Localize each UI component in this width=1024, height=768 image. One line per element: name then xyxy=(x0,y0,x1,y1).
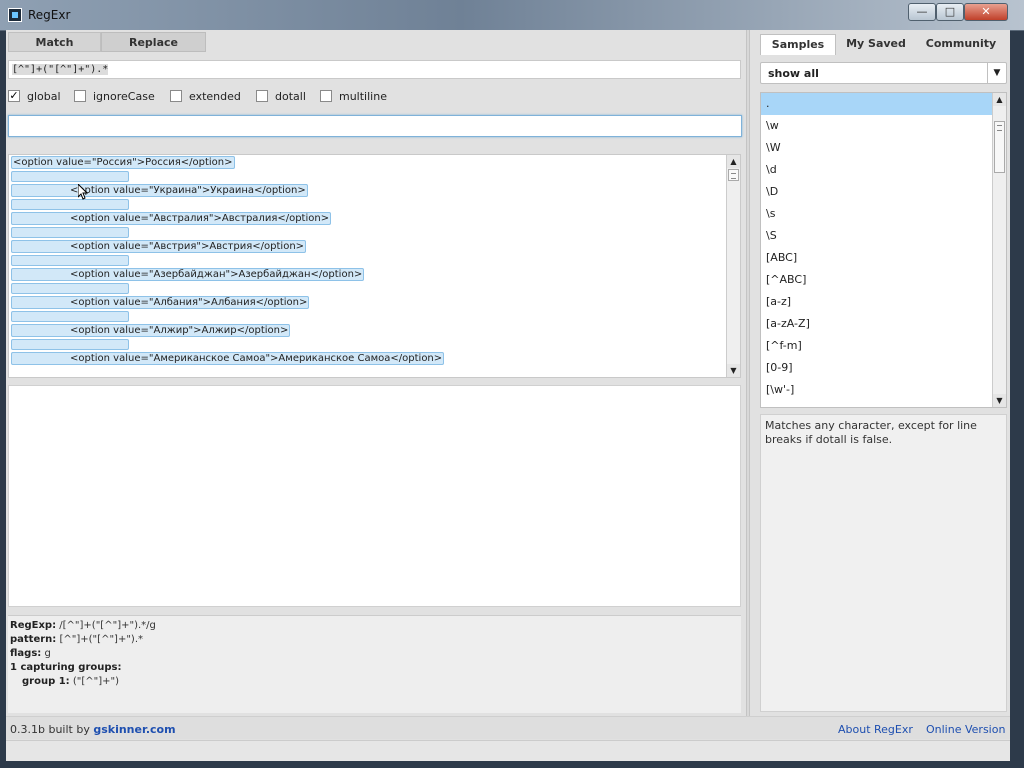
flag-label: ignoreCase xyxy=(93,90,155,103)
scroll-up-icon[interactable]: ▲ xyxy=(993,93,1006,106)
regex-info-panel: RegExp: /[^"]+("[^"]+").*/g pattern: [^"… xyxy=(8,615,741,713)
scroll-down-icon[interactable]: ▼ xyxy=(993,394,1006,407)
mouse-cursor-icon xyxy=(78,184,88,200)
info-regexp: RegExp: /[^"]+("[^"]+").*/g xyxy=(10,620,156,631)
info-groups: 1 capturing groups: xyxy=(10,662,122,673)
match-highlight xyxy=(11,171,129,182)
list-item[interactable]: [^f-m] xyxy=(761,335,992,357)
flag-label: global xyxy=(27,90,61,103)
match-highlight xyxy=(11,311,129,322)
text-line: <option value="Алжир">Алжир</option> xyxy=(11,324,291,337)
online-version-link[interactable]: Online Version xyxy=(926,723,1005,736)
close-button[interactable]: ✕ xyxy=(964,3,1008,21)
mode-tabs: Match Replace xyxy=(8,32,208,52)
source-text-area[interactable]: <option value="Россия">Россия</option> <… xyxy=(8,154,741,378)
text-line: <option value="Албания">Албания</option> xyxy=(11,296,310,309)
flag-label: multiline xyxy=(339,90,387,103)
list-item[interactable]: \D xyxy=(761,181,992,203)
match-highlight xyxy=(11,227,129,238)
text-line: <option value="Американское Самоа">Амери… xyxy=(11,352,445,365)
app-frame: Match Replace [^"]+("[^"]+").* ✓ global … xyxy=(6,30,1010,761)
text-line: <option value="Австралия">Австралия</opt… xyxy=(11,212,332,225)
list-item[interactable]: \s xyxy=(761,203,992,225)
list-item[interactable]: \d xyxy=(761,159,992,181)
tab-community[interactable]: Community xyxy=(920,34,1002,54)
maximize-button[interactable]: □ xyxy=(936,3,964,21)
minimize-button[interactable]: — xyxy=(908,3,936,21)
match-highlight xyxy=(11,199,129,210)
list-item[interactable]: [0-9] xyxy=(761,357,992,379)
list-item[interactable]: \w xyxy=(761,115,992,137)
scroll-down-icon[interactable]: ▼ xyxy=(727,364,740,377)
flag-label: extended xyxy=(189,90,241,103)
info-group1: group 1: ("[^"]+") xyxy=(22,676,120,687)
scroll-thumb[interactable] xyxy=(728,169,739,181)
replace-input[interactable] xyxy=(8,115,742,137)
ignorecase-checkbox[interactable] xyxy=(74,90,86,102)
text-area-scrollbar[interactable]: ▲ ▼ xyxy=(726,155,740,377)
list-item[interactable]: [ABC] xyxy=(761,247,992,269)
text-line: <option value="Австрия">Австрия</option> xyxy=(11,240,307,253)
chevron-down-icon[interactable]: ▼ xyxy=(987,63,1006,83)
tab-my-saved[interactable]: My Saved xyxy=(838,34,914,54)
info-pattern: pattern: [^"]+("[^"]+").* xyxy=(10,634,144,645)
panel-splitter[interactable] xyxy=(746,30,750,716)
match-highlight xyxy=(11,339,129,350)
samples-list[interactable]: . \w \W \d \D \s \S [ABC] [^ABC] [a-z] [… xyxy=(760,92,1007,408)
list-item[interactable]: \W xyxy=(761,137,992,159)
scroll-up-icon[interactable]: ▲ xyxy=(727,155,740,168)
multiline-checkbox[interactable] xyxy=(320,90,332,102)
tab-samples[interactable]: Samples xyxy=(760,34,836,55)
text-line: <option value="Азербайджан">Азербайджан<… xyxy=(11,268,365,281)
flag-label: dotall xyxy=(275,90,306,103)
tab-match[interactable]: Match xyxy=(8,32,101,52)
info-flags: flags: g xyxy=(10,648,51,659)
samples-filter-select[interactable]: show all ▼ xyxy=(760,62,1007,84)
global-checkbox[interactable]: ✓ xyxy=(8,90,20,102)
replace-output-area[interactable] xyxy=(8,385,741,607)
sample-description: Matches any character, except for line b… xyxy=(760,414,1007,712)
samples-panel: Samples My Saved Community show all ▼ . … xyxy=(756,30,1010,716)
app-window: RegExr — □ ✕ Match Replace [^"]+("[^"]+"… xyxy=(0,0,1024,768)
list-item[interactable]: [a-z] xyxy=(761,291,992,313)
match-highlight xyxy=(11,283,129,294)
list-item[interactable]: [a-zA-Z] xyxy=(761,313,992,335)
regex-input[interactable]: [^"]+("[^"]+").* xyxy=(8,60,741,79)
window-title: RegExr xyxy=(28,8,71,22)
list-item[interactable]: . xyxy=(761,93,992,115)
scroll-thumb[interactable] xyxy=(994,121,1005,173)
footer-bar: 0.3.1b built by gskinner.com About RegEx… xyxy=(6,716,1010,739)
version-info: 0.3.1b built by gskinner.com xyxy=(10,723,176,736)
text-line: <option value="Украина">Украина</option> xyxy=(11,184,308,197)
extended-checkbox[interactable] xyxy=(170,90,182,102)
list-item[interactable]: \S xyxy=(761,225,992,247)
gskinner-link[interactable]: gskinner.com xyxy=(93,723,175,736)
list-item[interactable]: [^ABC] xyxy=(761,269,992,291)
match-highlight xyxy=(11,255,129,266)
app-icon xyxy=(8,8,22,22)
tab-replace[interactable]: Replace xyxy=(101,32,206,52)
dotall-checkbox[interactable] xyxy=(256,90,268,102)
title-bar[interactable]: RegExr — □ ✕ xyxy=(0,0,1024,31)
select-value: show all xyxy=(768,67,819,80)
samples-scrollbar[interactable]: ▲ ▼ xyxy=(992,93,1006,407)
text-line: <option value="Россия">Россия</option> xyxy=(11,156,235,169)
status-strip xyxy=(6,740,1010,761)
about-link[interactable]: About RegExr xyxy=(838,723,913,736)
list-item[interactable]: [\w'-] xyxy=(761,379,992,401)
regex-input-value: [^"]+("[^"]+").* xyxy=(12,64,109,75)
